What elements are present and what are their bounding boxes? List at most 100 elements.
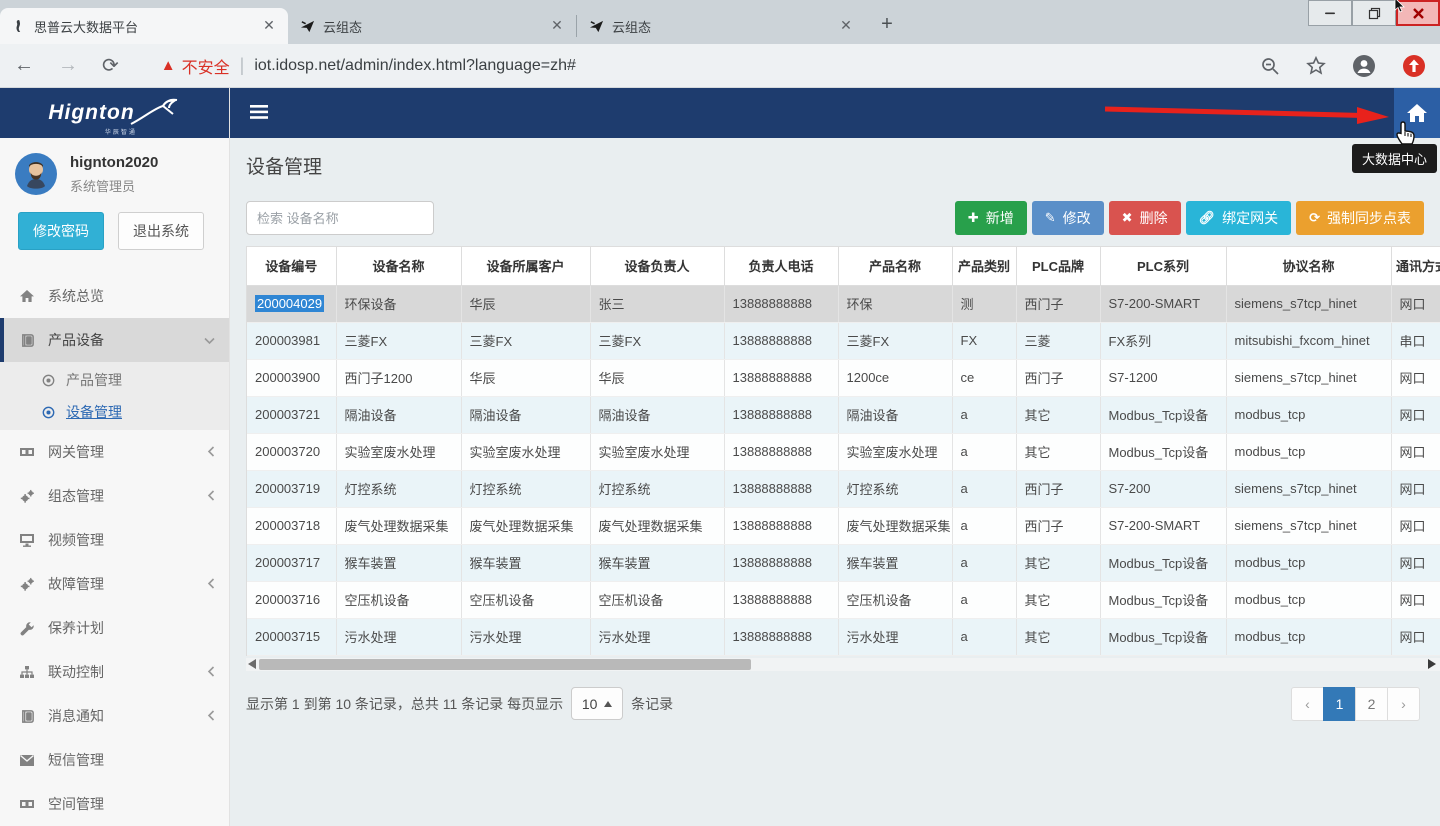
edit-button[interactable]: ✎修改: [1032, 201, 1104, 235]
sidebar-item-fault-management[interactable]: 故障管理: [0, 562, 229, 606]
table-cell: 空压机设备: [838, 581, 952, 618]
table-cell: a: [952, 470, 1016, 507]
force-sync-button[interactable]: ⟳强制同步点表: [1296, 201, 1424, 235]
search-input[interactable]: [246, 201, 434, 235]
table-cell: 猴车装置: [336, 544, 461, 581]
table-cell: 13888888888: [724, 285, 838, 322]
add-button[interactable]: ✚新增: [955, 201, 1027, 235]
hamburger-menu-icon[interactable]: [250, 102, 268, 125]
sidebar-item-product-management[interactable]: 产品管理: [0, 364, 229, 396]
logout-button[interactable]: 退出系统: [118, 212, 204, 250]
table-row[interactable]: 200003719灯控系统灯控系统灯控系统13888888888灯控系统a西门子…: [247, 470, 1440, 507]
column-header[interactable]: PLC系列: [1100, 247, 1226, 285]
table-cell: modbus_tcp: [1226, 433, 1391, 470]
scrollbar-thumb[interactable]: [259, 659, 751, 670]
user-role: 系统管理员: [70, 176, 158, 195]
sidebar-item-hmi-management[interactable]: 组态管理: [0, 474, 229, 518]
device-table: 设备编号设备名称设备所属客户设备负责人负责人电话产品名称产品类别PLC品牌PLC…: [247, 247, 1440, 656]
table-cell: 13888888888: [724, 507, 838, 544]
change-password-button[interactable]: 修改密码: [18, 212, 104, 250]
table-row[interactable]: 200003717猴车装置猴车装置猴车装置13888888888猴车装置a其它M…: [247, 544, 1440, 581]
sitemap-icon: [18, 665, 36, 679]
scroll-right-arrow-icon[interactable]: [1428, 659, 1436, 669]
selected-device-id: 200004029: [255, 295, 324, 312]
sidebar-item-device-management[interactable]: 设备管理: [0, 396, 229, 428]
window-close-button[interactable]: [1396, 0, 1440, 26]
tab-close-icon[interactable]: ✕: [548, 17, 566, 35]
scroll-left-arrow-icon[interactable]: [248, 659, 256, 669]
back-icon[interactable]: ←: [14, 54, 34, 77]
table-cell: 200003715: [247, 618, 336, 655]
table-cell: 1200ce: [838, 359, 952, 396]
table-row[interactable]: 200003715污水处理污水处理污水处理13888888888污水处理a其它M…: [247, 618, 1440, 655]
sidebar-item-sms-management[interactable]: 短信管理: [0, 738, 229, 782]
sidebar-item-gateway-management[interactable]: 网关管理: [0, 430, 229, 474]
table-row[interactable]: 200003721隔油设备隔油设备隔油设备13888888888隔油设备a其它M…: [247, 396, 1440, 433]
table-row[interactable]: 200003720实验室废水处理实验室废水处理实验室废水处理1388888888…: [247, 433, 1440, 470]
sidebar-item-system-overview[interactable]: 系统总览: [0, 274, 229, 318]
column-header[interactable]: 设备所属客户: [461, 247, 590, 285]
not-secure-label[interactable]: 不安全: [182, 54, 230, 78]
browser-profile-icon[interactable]: [1352, 54, 1376, 78]
pagination-prev-button[interactable]: ‹: [1291, 687, 1324, 721]
sidebar-item-product-device[interactable]: 产品设备: [0, 318, 229, 362]
table-cell: 网口: [1391, 581, 1440, 618]
tab-title: 云组态: [612, 17, 837, 36]
window-restore-button[interactable]: [1352, 0, 1396, 26]
table-row[interactable]: 200003718废气处理数据采集废气处理数据采集废气处理数据采集1388888…: [247, 507, 1440, 544]
table-row[interactable]: 200003981三菱FX三菱FX三菱FX13888888888三菱FXFX三菱…: [247, 322, 1440, 359]
bind-gateway-button[interactable]: 🔗︎绑定网关: [1186, 201, 1292, 235]
tab-close-icon[interactable]: ✕: [260, 17, 278, 35]
window-minimize-button[interactable]: [1308, 0, 1352, 26]
table-cell: a: [952, 433, 1016, 470]
table-cell: 灯控系统: [590, 470, 724, 507]
home-button[interactable]: [1394, 88, 1440, 138]
delete-button[interactable]: ✖删除: [1109, 201, 1181, 235]
reload-icon[interactable]: ⟳: [102, 53, 119, 78]
zoom-out-icon[interactable]: [1260, 56, 1280, 76]
device-table-wrapper: 设备编号设备名称设备所属客户设备负责人负责人电话产品名称产品类别PLC品牌PLC…: [246, 246, 1440, 656]
table-cell: 200003900: [247, 359, 336, 396]
gears-icon: [18, 489, 36, 504]
tab3-favicon-icon: [589, 19, 604, 34]
column-header[interactable]: 通讯方式: [1391, 247, 1440, 285]
url-text[interactable]: iot.idosp.net/admin/index.html?language=…: [254, 57, 576, 75]
table-row[interactable]: 200003900西门子1200华辰华辰138888888881200cece西…: [247, 359, 1440, 396]
table-row[interactable]: 200004029环保设备华辰张三13888888888环保测西门子S7-200…: [247, 285, 1440, 322]
pagination-next-button[interactable]: ›: [1387, 687, 1420, 721]
sidebar-item-linkage-control[interactable]: 联动控制: [0, 650, 229, 694]
sidebar-item-message-notification[interactable]: 消息通知: [0, 694, 229, 738]
sidebar-menu: 系统总览 产品设备 产品管理 设备管理 网关管理: [0, 274, 229, 826]
home-icon: [18, 288, 36, 304]
page-size-select[interactable]: 10: [571, 687, 623, 720]
browser-tab-3[interactable]: 云组态 ✕: [577, 8, 865, 44]
column-header[interactable]: 设备负责人: [590, 247, 724, 285]
sidebar-item-video-management[interactable]: 视频管理: [0, 518, 229, 562]
sidebar-item-maintenance-plan[interactable]: 保养计划: [0, 606, 229, 650]
space-icon: [18, 797, 36, 811]
column-header[interactable]: 协议名称: [1226, 247, 1391, 285]
book-icon: [18, 333, 36, 348]
new-tab-button[interactable]: +: [873, 10, 901, 38]
pagination-page-1-button[interactable]: 1: [1323, 687, 1356, 721]
browser-update-icon[interactable]: [1402, 54, 1426, 78]
table-cell: 其它: [1016, 433, 1100, 470]
column-header[interactable]: 产品类别: [952, 247, 1016, 285]
tab-close-icon[interactable]: ✕: [837, 17, 855, 35]
column-header[interactable]: PLC品牌: [1016, 247, 1100, 285]
browser-tab-1[interactable]: 思普云大数据平台 ✕: [0, 8, 288, 44]
table-cell: 13888888888: [724, 544, 838, 581]
column-header[interactable]: 负责人电话: [724, 247, 838, 285]
table-row[interactable]: 200003716空压机设备空压机设备空压机设备13888888888空压机设备…: [247, 581, 1440, 618]
column-header[interactable]: 产品名称: [838, 247, 952, 285]
column-header[interactable]: 设备名称: [336, 247, 461, 285]
forward-icon[interactable]: →: [58, 54, 78, 77]
avatar: [14, 152, 58, 196]
horizontal-scrollbar[interactable]: [246, 658, 1440, 671]
link-icon: 🔗︎: [1199, 210, 1216, 226]
pagination-page-2-button[interactable]: 2: [1355, 687, 1388, 721]
browser-tab-2[interactable]: 云组态 ✕: [288, 8, 576, 44]
sidebar-item-space-management[interactable]: 空间管理: [0, 782, 229, 826]
column-header[interactable]: 设备编号: [247, 247, 336, 285]
bookmark-star-icon[interactable]: [1306, 56, 1326, 76]
